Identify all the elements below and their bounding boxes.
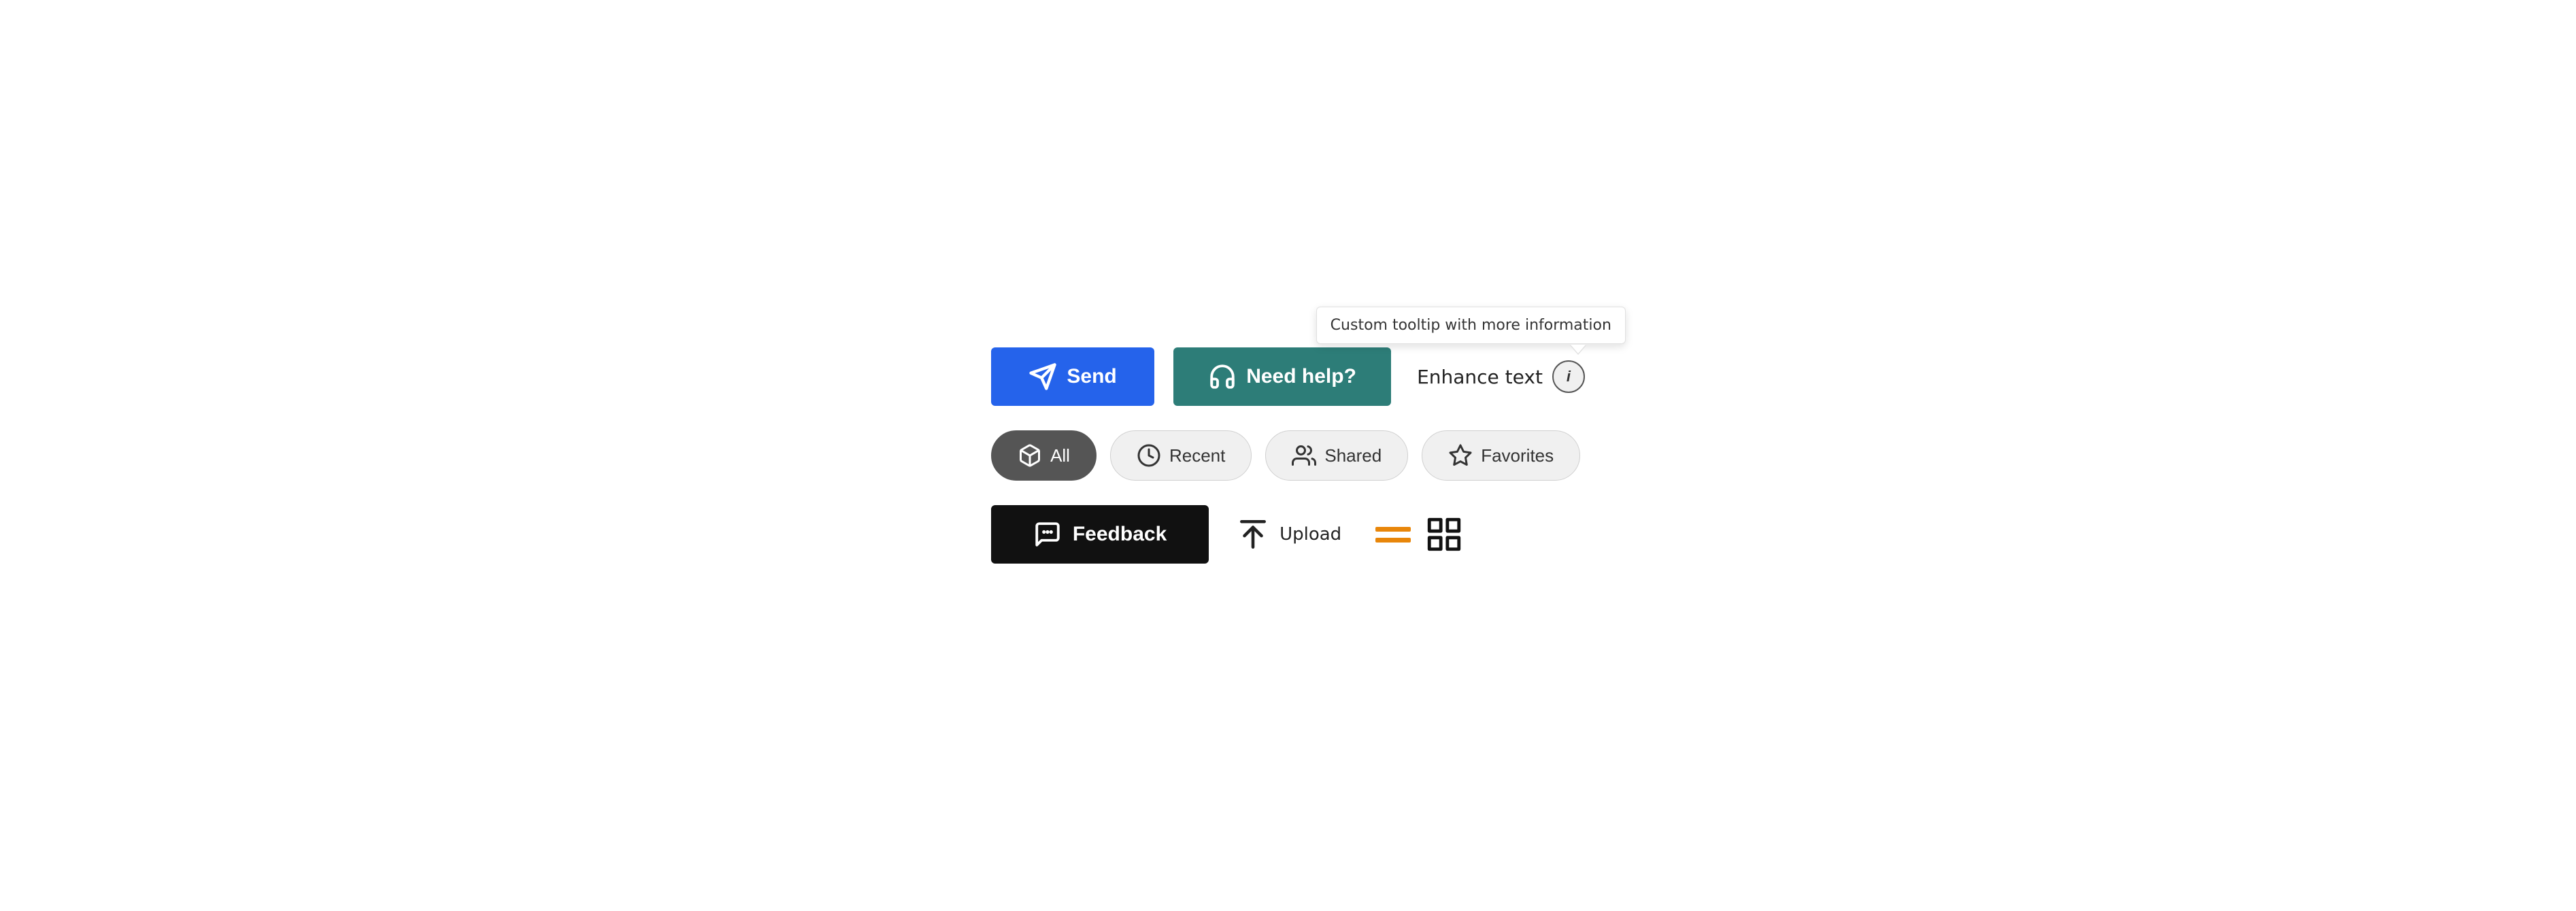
recent-icon <box>1137 443 1161 468</box>
main-container: Custom tooltip with more information Sen… <box>950 307 1626 604</box>
filter-favorites-label: Favorites <box>1481 445 1554 466</box>
tooltip-text: Custom tooltip with more information <box>1331 317 1611 334</box>
favorites-icon <box>1448 443 1473 468</box>
tooltip-container: Custom tooltip with more information <box>1316 307 1626 355</box>
all-icon <box>1018 443 1042 468</box>
list-view-icon[interactable] <box>1375 527 1411 543</box>
help-label: Need help? <box>1246 365 1356 388</box>
line-1 <box>1375 527 1411 532</box>
icon-group <box>1375 515 1464 554</box>
upload-icon <box>1236 517 1270 551</box>
feedback-button[interactable]: Feedback <box>991 505 1209 564</box>
send-label: Send <box>1067 365 1116 388</box>
filter-favorites-button[interactable]: Favorites <box>1422 430 1580 481</box>
enhance-label: Enhance text <box>1417 366 1543 388</box>
grid-view-icon[interactable] <box>1424 515 1464 554</box>
filter-recent-label: Recent <box>1169 445 1225 466</box>
line-2 <box>1375 538 1411 543</box>
row-1: Send Need help? Enhance text i <box>991 347 1585 406</box>
filter-shared-label: Shared <box>1324 445 1382 466</box>
upload-label: Upload <box>1279 524 1341 545</box>
shared-icon <box>1292 443 1316 468</box>
need-help-button[interactable]: Need help? <box>1173 347 1391 406</box>
filter-all-button[interactable]: All <box>991 430 1097 481</box>
send-button[interactable]: Send <box>991 347 1154 406</box>
upload-group[interactable]: Upload <box>1236 517 1341 551</box>
filter-all-label: All <box>1050 445 1070 466</box>
row-3: Feedback Upload <box>991 505 1585 564</box>
feedback-label: Feedback <box>1073 523 1167 546</box>
row-2-filters: All Recent Shared Favor <box>991 430 1585 481</box>
tooltip-box: Custom tooltip with more information <box>1316 307 1626 344</box>
headset-icon <box>1208 362 1237 391</box>
info-button[interactable]: i <box>1552 360 1585 393</box>
filter-recent-button[interactable]: Recent <box>1110 430 1252 481</box>
enhance-text-group: Enhance text i <box>1417 360 1585 393</box>
send-icon <box>1028 362 1057 391</box>
feedback-icon <box>1033 520 1062 549</box>
info-icon: i <box>1567 368 1571 385</box>
tooltip-arrow <box>1571 344 1585 355</box>
filter-shared-button[interactable]: Shared <box>1265 430 1408 481</box>
